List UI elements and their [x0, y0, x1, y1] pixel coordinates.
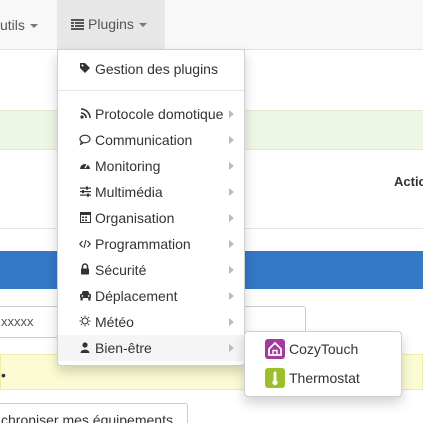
comment-icon [78, 129, 92, 155]
plugins-dropdown-menu: Gestion des plugins Protocole domotique … [57, 49, 245, 366]
top-navbar: utils Plugins [0, 0, 423, 50]
menu-item-label: Météo [95, 314, 134, 330]
alert-text: • [1, 367, 6, 383]
menu-item-deplacement[interactable]: Déplacement [58, 283, 244, 309]
menu-item-organisation[interactable]: Organisation [58, 205, 244, 231]
menu-item-label: Protocole domotique [95, 106, 224, 122]
chevron-right-icon [229, 214, 234, 222]
menu-item-label: Organisation [95, 210, 175, 226]
submenu-item-label: Thermostat [289, 370, 360, 386]
menu-item-bien-etre[interactable]: Bien-être [58, 335, 244, 361]
thermostat-icon [265, 368, 285, 389]
bien-etre-submenu: CozyTouch Thermostat [244, 331, 402, 397]
nav-plugins-menu[interactable]: Plugins [57, 0, 165, 50]
menu-item-label: Bien-être [95, 340, 152, 356]
lock-icon [78, 259, 92, 285]
menu-item-multimedia[interactable]: Multimédia [58, 179, 244, 205]
user-icon [78, 337, 92, 363]
code-icon [78, 233, 92, 259]
sliders-icon [78, 181, 92, 207]
submenu-item-label: CozyTouch [289, 341, 359, 357]
submenu-item-cozytouch[interactable]: CozyTouch [245, 335, 401, 363]
menu-item-monitoring[interactable]: Monitoring [58, 153, 244, 179]
sync-equipments-button[interactable]: chroniser mes équipements [0, 403, 188, 423]
chevron-right-icon [229, 110, 234, 118]
rss-icon [78, 103, 92, 129]
chevron-right-icon [229, 188, 234, 196]
menu-item-programmation[interactable]: Programmation [58, 231, 244, 257]
menu-item-label: Programmation [95, 236, 191, 252]
chevron-right-icon [229, 136, 234, 144]
cozytouch-icon [265, 339, 285, 360]
puzzle-list-icon [71, 1, 84, 49]
nav-outils-menu[interactable]: utils [0, 0, 38, 50]
chevron-right-icon [229, 266, 234, 274]
tags-icon [78, 58, 92, 84]
menu-item-label: Sécurité [95, 262, 147, 278]
tachometer-icon [78, 155, 92, 181]
menu-item-label: Gestion des plugins [95, 61, 218, 77]
menu-item-label: Communication [95, 132, 193, 148]
chevron-right-icon [229, 240, 234, 248]
menu-item-gestion-plugins[interactable]: Gestion des plugins [58, 56, 244, 82]
menu-item-label: Déplacement [95, 288, 178, 304]
menu-item-meteo[interactable]: Météo [58, 309, 244, 335]
chevron-right-icon [229, 292, 234, 300]
car-icon [78, 285, 92, 311]
chevron-right-icon [229, 344, 234, 352]
nav-plugins-label: Plugins [88, 16, 134, 32]
menu-item-communication[interactable]: Communication [58, 127, 244, 153]
calendar-icon [78, 207, 92, 233]
menu-item-label: Multimédia [95, 184, 163, 200]
chevron-right-icon [229, 318, 234, 326]
caret-down-icon [138, 23, 147, 28]
menu-item-protocole-domotique[interactable]: Protocole domotique [58, 101, 244, 127]
actions-column-header: Actio [394, 174, 423, 189]
nav-outils-label: utils [0, 17, 25, 33]
caret-down-icon [29, 24, 38, 29]
sun-icon [78, 311, 92, 337]
menu-item-securite[interactable]: Sécurité [58, 257, 244, 283]
menu-divider [58, 90, 244, 91]
submenu-item-thermostat[interactable]: Thermostat [245, 364, 401, 392]
chevron-right-icon [229, 162, 234, 170]
menu-item-label: Monitoring [95, 158, 161, 174]
